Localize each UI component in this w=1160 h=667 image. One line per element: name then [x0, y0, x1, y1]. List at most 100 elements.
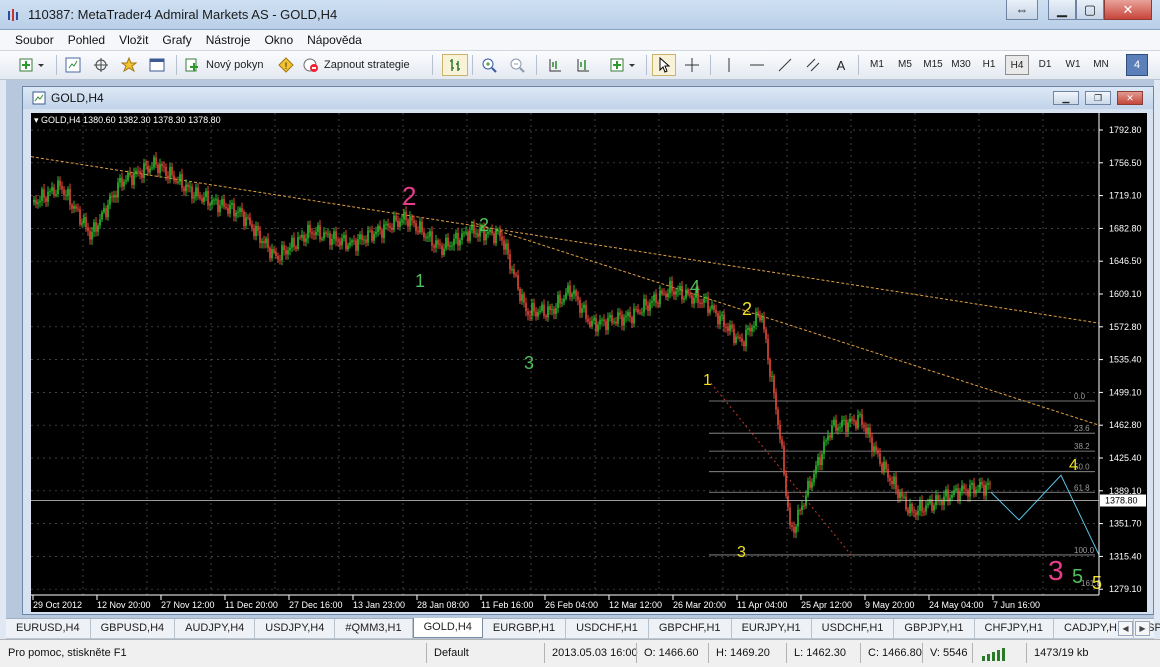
- candle-body: [835, 419, 837, 431]
- tab-gbpusd-h4[interactable]: GBPUSD,H4: [91, 619, 176, 638]
- candle-body: [729, 324, 731, 332]
- date-label: 11 Apr 04:00: [737, 600, 787, 610]
- candle-body: [43, 189, 45, 198]
- candle-body: [89, 231, 91, 240]
- candle-body: [475, 233, 477, 235]
- tab-eurjpy-h1[interactable]: EURJPY,H1: [732, 619, 812, 638]
- candle-body: [791, 524, 793, 527]
- candle-body: [857, 414, 859, 429]
- timeframe-m1-button[interactable]: M1: [865, 55, 889, 75]
- text-tool-button[interactable]: A: [830, 54, 852, 76]
- tab-gbpchf-h1[interactable]: GBPCHF,H1: [649, 619, 732, 638]
- windows-count-button[interactable]: 4: [1126, 54, 1148, 76]
- close-button[interactable]: ✕: [1104, 0, 1152, 20]
- candle-body: [859, 414, 861, 416]
- metaeditor-button[interactable]: !: [276, 54, 296, 76]
- candle-body: [633, 308, 635, 324]
- tab-gbpjpy-h1[interactable]: GBPJPY,H1: [894, 619, 975, 638]
- candle-body: [671, 280, 673, 292]
- new-order-label: Nový pokyn: [206, 59, 264, 71]
- zoom-out-button[interactable]: [506, 54, 528, 76]
- cursor-tool-button[interactable]: [652, 54, 676, 76]
- navigator-button[interactable]: [118, 54, 140, 76]
- tab-audjpy-h4[interactable]: AUDJPY,H4: [175, 619, 256, 638]
- minimize-button[interactable]: ▁: [1048, 0, 1076, 20]
- indicators-button[interactable]: [608, 54, 638, 76]
- candle-body: [201, 198, 203, 202]
- candle-body: [675, 291, 677, 295]
- terminal-button[interactable]: [146, 54, 168, 76]
- tab-usdchf-h1-2[interactable]: USDCHF,H1: [812, 619, 895, 638]
- new-order-button[interactable]: Nový pokyn: [184, 54, 272, 76]
- profiles-button[interactable]: [62, 54, 84, 76]
- price-label: 1351.70: [1109, 519, 1142, 529]
- timeframe-h1-button[interactable]: H1: [977, 55, 1001, 75]
- crosshair-button[interactable]: [680, 54, 704, 76]
- candle-body: [601, 319, 603, 321]
- candle-body: [113, 194, 115, 198]
- vertical-line-tool-button[interactable]: [718, 54, 740, 76]
- symbol-info: ▾ GOLD,H4 1380.60 1382.30 1378.30 1378.8…: [34, 115, 221, 126]
- candle-body: [639, 312, 641, 314]
- tabs-scroll-right-button[interactable]: ▶: [1135, 621, 1150, 636]
- crosshair-tool-button[interactable]: [90, 54, 112, 76]
- candle-body: [551, 308, 553, 310]
- bar-chart-button[interactable]: [442, 54, 468, 76]
- chart-canvas[interactable]: 0.023.638.250.061.8100.0161.8 2213421343…: [31, 113, 1147, 612]
- tab-eurusd-h4[interactable]: EURUSD,H4: [6, 619, 91, 638]
- menu-view[interactable]: Pohled: [61, 30, 112, 51]
- candle-body: [655, 294, 657, 303]
- maximize-button[interactable]: ▢: [1076, 0, 1104, 20]
- menu-tools[interactable]: Nástroje: [199, 30, 258, 51]
- candle-body: [127, 172, 129, 181]
- candle-body: [331, 238, 333, 245]
- menu-help[interactable]: Nápověda: [300, 30, 369, 51]
- candle-body: [623, 317, 625, 326]
- tab-usdchf-h1[interactable]: USDCHF,H1: [566, 619, 649, 638]
- timeframe-w1-button[interactable]: W1: [1061, 55, 1085, 75]
- timeframe-m5-button[interactable]: M5: [893, 55, 917, 75]
- candle-body: [773, 376, 775, 394]
- chart-close-button[interactable]: ✕: [1117, 91, 1143, 105]
- tab-chfjpy-h1[interactable]: CHFJPY,H1: [975, 619, 1054, 638]
- new-chart-button[interactable]: [16, 54, 48, 76]
- chart-restore-button[interactable]: ❐: [1085, 91, 1111, 105]
- trendline-tool-button[interactable]: [774, 54, 796, 76]
- candle-body: [831, 425, 833, 438]
- chart-minimize-button[interactable]: ▁: [1053, 91, 1079, 105]
- candle-body: [777, 409, 779, 425]
- candle-body: [883, 461, 885, 473]
- wave-label: 2: [402, 181, 416, 211]
- menu-insert[interactable]: Vložit: [112, 30, 155, 51]
- timeframe-d1-button[interactable]: D1: [1033, 55, 1057, 75]
- timeframe-h4-button[interactable]: H4: [1005, 55, 1029, 75]
- candle-body: [189, 186, 191, 188]
- menu-window[interactable]: Okno: [257, 30, 300, 51]
- candle-body: [867, 427, 869, 433]
- menu-file[interactable]: Soubor: [8, 30, 61, 51]
- equidistant-channel-tool-button[interactable]: [802, 54, 824, 76]
- candle-body: [315, 231, 317, 236]
- candle-body: [787, 495, 789, 508]
- timeframe-m30-button[interactable]: M30: [949, 55, 973, 75]
- star-folder-icon: [121, 57, 137, 73]
- timeframe-m15-button[interactable]: M15: [921, 55, 945, 75]
- menu-charts[interactable]: Grafy: [155, 30, 198, 51]
- chart-shift-button[interactable]: [572, 54, 594, 76]
- candle-body: [319, 225, 321, 240]
- timeframe-mn-button[interactable]: MN: [1089, 55, 1113, 75]
- zoom-in-button[interactable]: [478, 54, 500, 76]
- tab-qmm3-h1[interactable]: #QMM3,H1: [335, 619, 413, 638]
- horizontal-line-tool-button[interactable]: [746, 54, 768, 76]
- price-chart[interactable]: 0.0 23.6 38.2 50.0 61.8 100.0 161.8 2213421343…: [31, 113, 1147, 612]
- tab-gold-h4[interactable]: GOLD,H4: [412, 618, 483, 638]
- candle-body: [983, 485, 985, 496]
- tabs-scroll-left-button[interactable]: ◀: [1118, 621, 1133, 636]
- autoscroll-button[interactable]: [544, 54, 566, 76]
- price-label: 1792.80: [1109, 125, 1142, 135]
- tab-eurgbp-h1[interactable]: EURGBP,H1: [483, 619, 567, 638]
- restore-size-button[interactable]: ⇔: [1006, 0, 1038, 20]
- autotrading-toggle[interactable]: Zapnout strategie: [302, 54, 424, 76]
- candle-body: [651, 301, 653, 303]
- tab-usdjpy-h4[interactable]: USDJPY,H4: [255, 619, 336, 638]
